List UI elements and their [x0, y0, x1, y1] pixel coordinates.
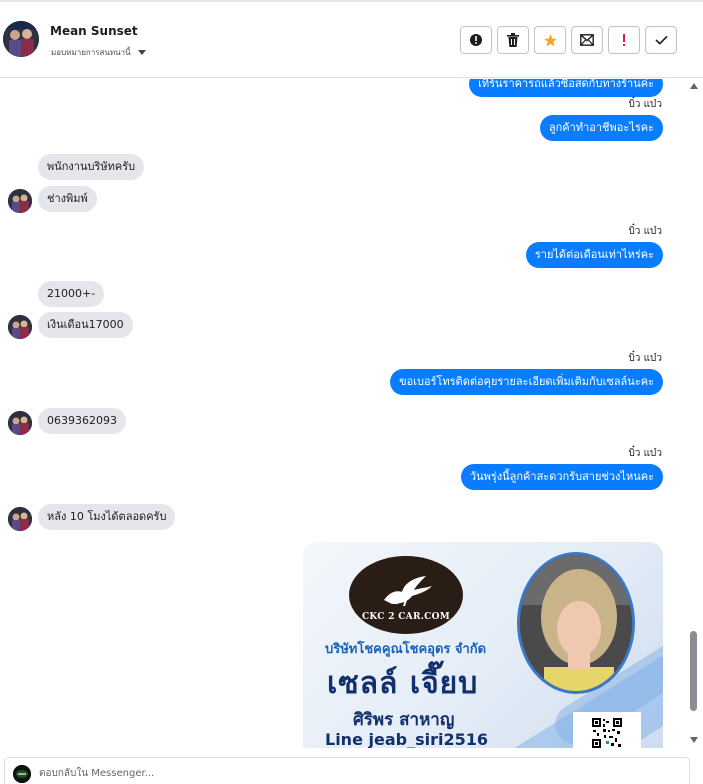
message-bubble-incoming[interactable]: พนักงานบริษัทครับ [38, 154, 145, 180]
sender-label: บิ๋ว แบ๋ว [628, 353, 662, 364]
messenger-conversation-window: Mean Sunset มอบหมายการสนทนานี้ เทิร์นราค… [0, 0, 703, 784]
contact-avatar-small [8, 315, 32, 339]
reply-input[interactable] [39, 764, 639, 782]
pegasus-icon [384, 576, 432, 607]
contact-avatar[interactable] [3, 21, 39, 57]
caret-down-icon [137, 50, 146, 55]
seller-photo [517, 552, 635, 694]
message-bubble-incoming[interactable]: ช่างพิมพ์ [38, 186, 97, 212]
card-seller-nickname: เซลล์ เจี๊ยบ [327, 666, 479, 701]
contact-avatar-small [8, 411, 32, 435]
qr-code-icon [592, 718, 622, 748]
page-avatar [13, 765, 31, 783]
message-bubble-outgoing[interactable]: ขอเบอร์โทรติดต่อคุยรายละเอียดเพิ่มเติมกั… [390, 369, 663, 395]
message-bubble-incoming[interactable]: 0639362093 [38, 408, 126, 434]
message-bubble-incoming[interactable]: หลัง 10 โมงได้ตลอดครับ [38, 504, 176, 530]
chat-scrollbar[interactable] [688, 79, 700, 748]
card-full-name: ศิริพร สาหาญ [353, 710, 455, 730]
check-icon [654, 35, 668, 45]
qr-code [573, 712, 641, 748]
image-attachment-business-card[interactable]: CKC 2 CAR.COM บริษัทโชคคูณโชคอุดร จำกัด … [303, 542, 663, 748]
star-icon [543, 33, 557, 46]
message-bubble-incoming[interactable]: 21000+- [38, 281, 105, 307]
logo-text: CKC 2 CAR.COM [361, 612, 451, 622]
reply-composer [4, 757, 690, 784]
mark-done-button[interactable] [645, 26, 677, 54]
report-button[interactable] [460, 26, 492, 54]
envelope-icon [580, 34, 594, 46]
sender-label: บิ๋ว แบ๋ว [628, 226, 662, 237]
sender-label: บิ๋ว แบ๋ว [628, 448, 662, 459]
scroll-down-arrow-icon[interactable] [690, 737, 698, 743]
exclamation-icon [623, 34, 625, 46]
alert-circle-icon [470, 34, 482, 46]
assign-label: มอบหมายการสนทนานี้ [51, 48, 131, 57]
scrollbar-thumb[interactable] [690, 631, 697, 711]
sender-label: บิ๋ว แบ๋ว [628, 99, 662, 110]
scroll-up-arrow-icon[interactable] [690, 83, 698, 89]
assign-conversation-dropdown[interactable]: มอบหมายการสนทนานี้ [51, 46, 146, 59]
message-thread[interactable]: เทิร์นราคารถแล้วซื้อสดกับทางร้านค่ะ บิ๋ว… [0, 79, 688, 748]
message-bubble-outgoing[interactable]: เทิร์นราคารถแล้วซื้อสดกับทางร้านค่ะ [469, 79, 663, 97]
mark-unread-button[interactable] [571, 26, 603, 54]
contact-name[interactable]: Mean Sunset [50, 24, 138, 38]
conversation-header: Mean Sunset มอบหมายการสนทนานี้ [0, 2, 703, 78]
card-line-id: Line jeab_siri2516 [325, 730, 488, 748]
message-bubble-outgoing[interactable]: รายได้ต่อเดือนเท่าไหร่คะ [525, 242, 663, 268]
contact-avatar-small [8, 189, 32, 213]
card-company-name: บริษัทโชคคูณโชคอุดร จำกัด [325, 642, 487, 657]
follow-up-button[interactable] [608, 26, 640, 54]
star-button[interactable] [534, 26, 566, 54]
trash-icon [507, 33, 519, 47]
delete-button[interactable] [497, 26, 529, 54]
company-logo: CKC 2 CAR.COM [349, 556, 463, 634]
contact-avatar-small [8, 507, 32, 531]
message-bubble-outgoing[interactable]: ลูกค้าทำอาชีพอะไรคะ [539, 115, 663, 141]
message-bubble-outgoing[interactable]: วันพรุ่งนี้ลูกค้าสะดวกรับสายช่วงไหนคะ [460, 464, 663, 490]
message-bubble-incoming[interactable]: เงินเดือน17000 [38, 312, 133, 338]
header-actions [460, 26, 677, 54]
